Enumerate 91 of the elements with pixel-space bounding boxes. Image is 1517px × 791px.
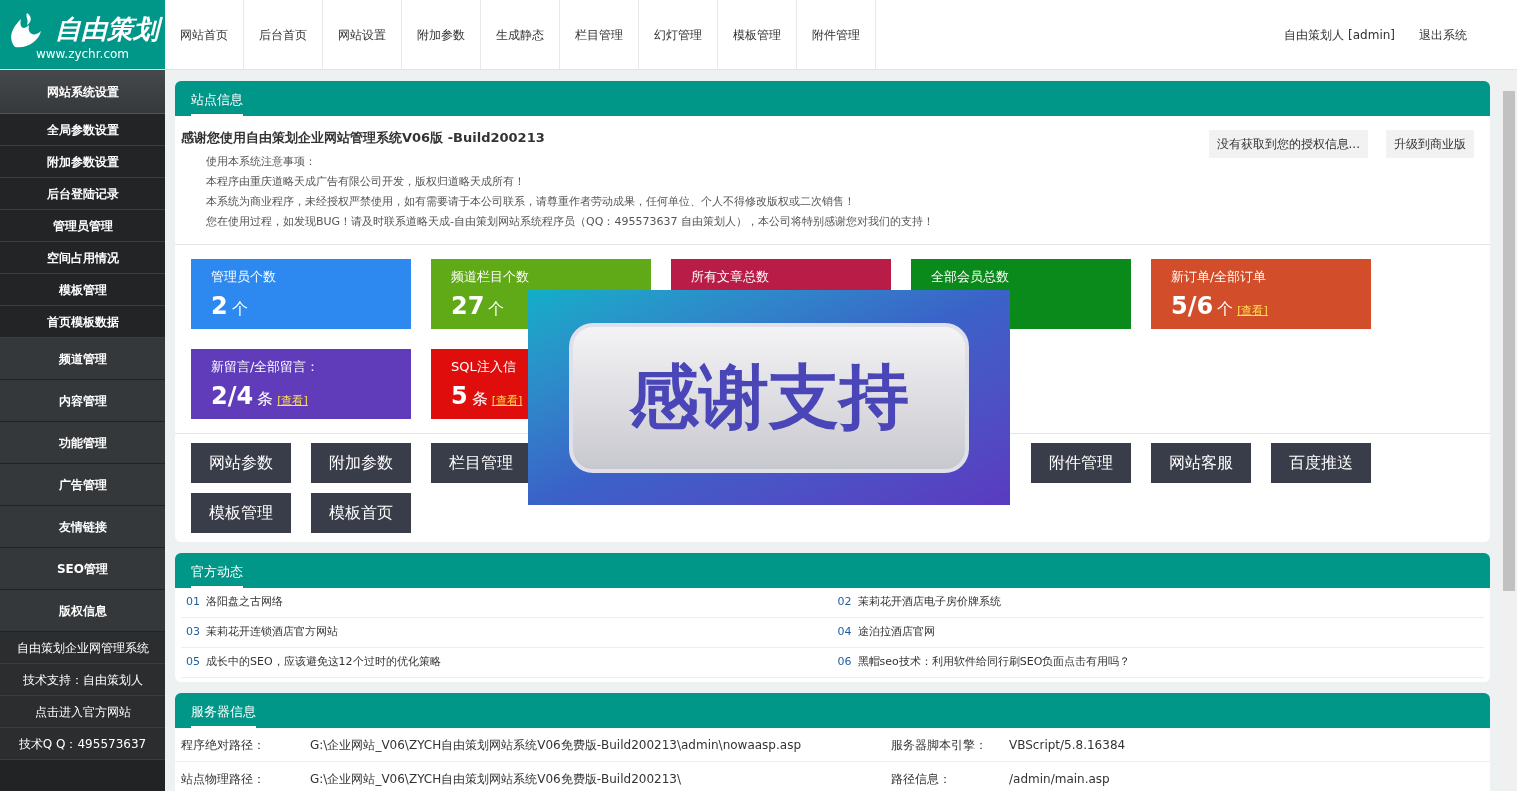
quick-button[interactable]: 模板管理 — [191, 493, 291, 533]
news-item[interactable]: 04 途泊拉酒店官网 — [832, 618, 1484, 648]
news-item[interactable]: 03 茉莉花开连锁酒店官方网站 — [181, 618, 833, 648]
news-item[interactable]: 02 茉莉花开酒店电子房价牌系统 — [832, 588, 1484, 618]
info-value: VBScript/5.8.16384 — [1009, 736, 1126, 754]
sidebar-group[interactable]: 频道管理 — [0, 338, 165, 380]
stat-unit: 个 — [231, 298, 248, 320]
news-title: 茉莉花开酒店电子房价牌系统 — [857, 594, 1001, 611]
news-title: 茉莉花开连锁酒店官方网站 — [206, 624, 338, 641]
nav-item[interactable]: 模板管理 — [718, 0, 797, 70]
panel-title: 官方动态 — [191, 562, 243, 588]
notice-text: 本程序由重庆道略天成广告有限公司开发，版权归道略天成所有！ — [206, 174, 526, 190]
news-title: 黑帽seo技术：利用软件给同行刷SEO负面点击有用吗？ — [857, 654, 1131, 671]
quick-button[interactable]: 网站客服 — [1151, 443, 1251, 483]
stat-unit: 个 — [488, 298, 505, 320]
sidebar-group[interactable]: SEO管理 — [0, 548, 165, 590]
panel-title: 站点信息 — [191, 90, 243, 116]
news-title: 成长中的SEO，应该避免这12个过时的优化策略 — [206, 654, 441, 671]
stat-title: 全部会员总数 — [931, 268, 1010, 286]
stat-title: 新订单/全部订单 — [1171, 268, 1268, 286]
news-item[interactable]: 06 黑帽seo技术：利用软件给同行刷SEO负面点击有用吗？ — [832, 648, 1484, 678]
stat-title: 新留言/全部留言： — [211, 358, 321, 376]
info-value: G:\企业网站_V06\ZYCH自由策划网站系统V06免费版-Build200213\admin\nowaasp.asp — [310, 736, 802, 754]
notice-text: 您在使用过程，如发现BUG！请及时联系道略天成-自由策划网站系统程序员（QQ：495573637 自由策划人），本公司将特别感谢您对我们的支持！ — [206, 214, 934, 230]
news-number: 03 — [186, 624, 200, 641]
quick-button[interactable]: 百度推送 — [1271, 443, 1371, 483]
news-number: 04 — [837, 624, 852, 641]
notice-text: 使用本系统注意事项： — [206, 154, 317, 170]
stat-value: 5/6 — [1171, 292, 1214, 320]
stat-value: 5 — [451, 382, 468, 410]
sidebar-footer-item[interactable]: 技术Q Q：495573637 — [0, 728, 165, 760]
welcome-heading: 感谢您使用自由策划企业网站管理系统V06版 -Build200213 — [181, 129, 546, 147]
sidebar-footer-item[interactable]: 自由策划企业网管理系统 — [0, 632, 165, 664]
info-label: 服务器脚本引擎： — [891, 736, 988, 754]
stat-unit: 个 — [1217, 298, 1234, 320]
nav-item[interactable]: 网站设置 — [323, 0, 402, 70]
news-title: 途泊拉酒店官网 — [857, 624, 935, 641]
nav-item[interactable]: 附加参数 — [402, 0, 481, 70]
stat-value: 2/4 — [211, 382, 254, 410]
stat-title: SQL注入信 — [451, 358, 517, 376]
stat-value: 27 — [451, 292, 485, 320]
info-label: 程序绝对路径： — [181, 736, 266, 754]
news-number: 06 — [837, 654, 852, 671]
news-number: 05 — [186, 654, 200, 671]
news-item[interactable]: 05 成长中的SEO，应该避免这12个过时的优化策略 — [181, 648, 833, 678]
news-title: 洛阳盘之古网络 — [206, 594, 283, 611]
news-item[interactable]: 01 洛阳盘之古网络 — [181, 588, 833, 618]
sidebar-group[interactable]: 功能管理 — [0, 422, 165, 464]
stat-unit: 条 — [257, 388, 274, 410]
nav-item[interactable]: 附件管理 — [797, 0, 876, 70]
stat-unit: 条 — [471, 388, 488, 410]
nav-item[interactable]: 生成静态 — [481, 0, 560, 70]
quick-button[interactable]: 模板首页 — [311, 493, 411, 533]
license-button[interactable]: 没有获取到您的授权信息... — [1208, 130, 1368, 158]
view-link[interactable]: [查看] — [277, 392, 308, 410]
sidebar-group[interactable]: 内容管理 — [0, 380, 165, 422]
nav-item[interactable]: 栏目管理 — [560, 0, 639, 70]
panel-title: 服务器信息 — [191, 702, 256, 728]
license-button[interactable]: 升级到商业版 — [1386, 130, 1474, 158]
nav-item[interactable]: 后台首页 — [244, 0, 323, 70]
info-label: 路径信息： — [891, 770, 952, 788]
nav-item[interactable]: 幻灯管理 — [639, 0, 718, 70]
thanks-text: 感谢支持 — [569, 322, 969, 473]
view-link[interactable]: [查看] — [491, 392, 523, 410]
logout-link[interactable]: 退出系统 — [1419, 25, 1467, 44]
view-link[interactable]: [查看] — [1237, 302, 1268, 320]
nav-item[interactable]: 网站首页 — [165, 0, 244, 70]
sidebar-footer-item[interactable]: 点击进入官方网站 — [0, 696, 165, 728]
news-number: 01 — [186, 594, 200, 611]
sidebar-group[interactable]: 广告管理 — [0, 464, 165, 506]
sidebar-group[interactable]: 版权信息 — [0, 590, 165, 632]
stat-title: 频道栏目个数 — [451, 268, 530, 286]
scrollbar-thumb[interactable] — [1502, 91, 1515, 591]
quick-button[interactable]: 网站参数 — [191, 443, 291, 483]
logo-url: www.zychr.com — [35, 46, 129, 61]
stat-title: 管理员个数 — [211, 268, 277, 286]
sidebar-group[interactable]: 友情链接 — [0, 506, 165, 548]
user-name: 自由策划人 [admin] — [1284, 26, 1395, 44]
news-number: 02 — [837, 594, 852, 611]
info-value: G:\企业网站_V06\ZYCH自由策划网站系统V06免费版-Build200213\ — [310, 770, 682, 788]
stat-title: 所有文章总数 — [691, 268, 770, 286]
logo[interactable]: 自由策划 www.zychr.com — [0, 0, 165, 69]
info-value: /admin/main.asp — [1009, 770, 1110, 788]
sidebar-header[interactable]: 网站系统设置 — [0, 70, 165, 114]
quick-button[interactable]: 附件管理 — [1031, 443, 1131, 483]
notice-text: 本系统为商业程序，未经授权严禁使用，如有需要请于本公司联系，请尊重作者劳动成果，任何单位、个人不得修改版权或二次销售！ — [206, 194, 856, 210]
stat-value: 2 — [211, 292, 228, 320]
info-label: 站点物理路径： — [181, 770, 266, 788]
sidebar-footer-item[interactable]: 技术支持：自由策划人 — [0, 664, 165, 696]
quick-button[interactable]: 栏目管理 — [431, 443, 531, 483]
quick-button[interactable]: 附加参数 — [311, 443, 411, 483]
